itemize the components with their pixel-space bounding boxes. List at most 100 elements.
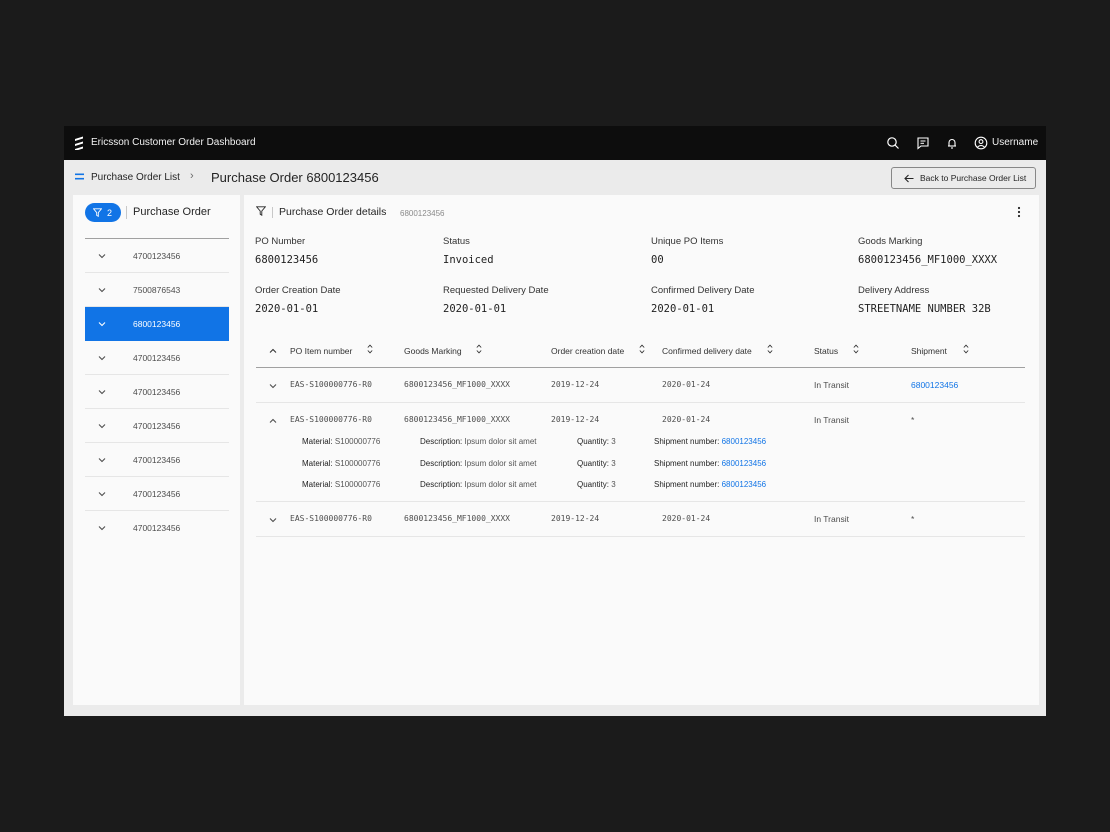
po-number: 4700123456: [133, 421, 181, 431]
chevron-down-icon[interactable]: [269, 517, 277, 523]
sub-material: Material: S100000776: [302, 480, 381, 489]
sort-icon[interactable]: [367, 344, 373, 354]
cell-goods-marking: 6800123456_MF1000_XXXX: [404, 415, 510, 424]
cell-po-item-number: EAS-S100000776-R0: [290, 415, 372, 424]
cell-order-creation-date: 2019-12-24: [551, 380, 600, 389]
po-number: 4700123456: [133, 455, 181, 465]
details-title: Purchase Order details: [279, 206, 387, 218]
list-item[interactable]: 4700123456: [85, 375, 229, 409]
sort-icon[interactable]: [963, 344, 969, 354]
list-item[interactable]: 4700123456: [85, 341, 229, 375]
chevron-down-icon[interactable]: [98, 287, 106, 293]
app-window: Ericsson Customer Order Dashboard Userna…: [64, 126, 1046, 716]
po-list: 4700123456 7500876543 6800123456 4700123…: [85, 239, 229, 545]
shipment-number-link[interactable]: 6800123456: [722, 480, 767, 489]
filter-icon[interactable]: [256, 206, 266, 216]
field-label-confirmed-delivery-date: Confirmed Delivery Date: [651, 285, 755, 296]
breadcrumb-separator: ›: [190, 170, 194, 182]
field-value-confirmed-delivery-date: 2020-01-01: [651, 303, 715, 315]
chat-icon[interactable]: [916, 136, 930, 150]
column-header-order-creation-date[interactable]: Order creation date: [551, 346, 624, 356]
list-item-selected[interactable]: 6800123456: [85, 307, 229, 341]
chevron-down-icon[interactable]: [98, 525, 106, 531]
sort-icon[interactable]: [476, 344, 482, 354]
cell-shipment: *: [911, 514, 915, 524]
sub-shipment-number: Shipment number: 6800123456: [654, 437, 767, 446]
list-item[interactable]: 4700123456: [85, 443, 229, 477]
cell-goods-marking: 6800123456_MF1000_XXXX: [404, 514, 510, 523]
cell-status: In Transit: [814, 514, 849, 524]
bell-icon[interactable]: [945, 136, 959, 150]
filter-icon: [93, 208, 102, 217]
username-label[interactable]: Username: [992, 137, 1038, 148]
sub-quantity: Quantity: 3: [577, 437, 616, 446]
sub-shipment-number: Shipment number: 6800123456: [654, 480, 767, 489]
filter-count: 2: [107, 207, 113, 218]
purchase-order-details-panel: Purchase Order details 6800123456 PO Num…: [244, 195, 1039, 705]
sub-description: Description: Ipsum dolor sit amet: [420, 480, 537, 489]
chevron-down-icon[interactable]: [98, 355, 106, 361]
list-item[interactable]: 4700123456: [85, 239, 229, 273]
column-header-status[interactable]: Status: [814, 346, 838, 356]
field-label-po-number: PO Number: [255, 236, 306, 247]
chevron-up-icon[interactable]: [269, 418, 277, 424]
breadcrumb: Purchase Order List › Purchase Order 680…: [64, 160, 1046, 195]
field-value-status: Invoiced: [443, 254, 494, 266]
list-item[interactable]: 4700123456: [85, 409, 229, 443]
sub-material: Material: S100000776: [302, 437, 381, 446]
page-title: Purchase Order 6800123456: [211, 170, 379, 185]
filter-button[interactable]: 2: [85, 203, 121, 222]
field-value-order-creation-date: 2020-01-01: [255, 303, 319, 315]
chevron-down-icon[interactable]: [98, 423, 106, 429]
arrow-left-icon: [904, 174, 914, 183]
chevron-down-icon[interactable]: [269, 383, 277, 389]
list-item[interactable]: 4700123456: [85, 477, 229, 511]
divider: [126, 206, 127, 219]
sub-description: Description: Ipsum dolor sit amet: [420, 437, 537, 446]
chevron-down-icon[interactable]: [98, 491, 106, 497]
chevron-down-icon[interactable]: [98, 389, 106, 395]
field-label-goods-marking: Goods Marking: [858, 236, 923, 247]
column-header-confirmed-delivery-date[interactable]: Confirmed delivery date: [662, 346, 752, 356]
user-icon[interactable]: [974, 136, 988, 150]
cell-status: In Transit: [814, 415, 849, 425]
po-number: 6800123456: [133, 319, 181, 329]
field-value-po-number: 6800123456: [255, 254, 319, 266]
chevron-down-icon[interactable]: [98, 457, 106, 463]
column-header-goods-marking[interactable]: Goods Marking: [404, 346, 462, 356]
more-options-icon[interactable]: [1016, 206, 1022, 218]
back-to-list-button[interactable]: Back to Purchase Order List: [891, 167, 1036, 189]
chevron-down-icon[interactable]: [98, 253, 106, 259]
cell-confirmed-delivery-date: 2020-01-24: [662, 380, 711, 389]
sort-icon[interactable]: [853, 344, 859, 354]
sort-icon[interactable]: [767, 344, 773, 354]
list-item[interactable]: 7500876543: [85, 273, 229, 307]
menu-icon[interactable]: [75, 173, 84, 180]
field-label-unique-items: Unique PO Items: [651, 236, 724, 247]
field-value-delivery-address: STREETNAME NUMBER 32B: [858, 303, 991, 315]
panel-title: Purchase Order: [133, 206, 211, 218]
cell-shipment: *: [911, 415, 915, 425]
po-number: 7500876543: [133, 285, 181, 295]
shipment-number-link[interactable]: 6800123456: [722, 459, 767, 468]
column-header-po-item-number[interactable]: PO Item number: [290, 346, 352, 356]
list-item[interactable]: 4700123456: [85, 511, 229, 545]
cell-order-creation-date: 2019-12-24: [551, 415, 600, 424]
po-number: 4700123456: [133, 387, 181, 397]
sort-icon[interactable]: [639, 344, 645, 354]
field-value-unique-items: 00: [651, 254, 664, 266]
breadcrumb-purchase-order-list[interactable]: Purchase Order List: [91, 172, 180, 183]
po-number: 4700123456: [133, 251, 181, 261]
field-label-order-creation-date: Order Creation Date: [255, 285, 341, 296]
shipment-number-link[interactable]: 6800123456: [722, 437, 767, 446]
chevron-up-icon[interactable]: [269, 348, 277, 354]
chevron-down-icon[interactable]: [98, 321, 106, 327]
details-subtitle: 6800123456: [400, 209, 445, 218]
column-header-shipment[interactable]: Shipment: [911, 346, 947, 356]
sub-quantity: Quantity: 3: [577, 480, 616, 489]
po-number: 4700123456: [133, 523, 181, 533]
app-title: Ericsson Customer Order Dashboard: [91, 137, 256, 148]
search-icon[interactable]: [886, 136, 900, 150]
cell-shipment-link[interactable]: 6800123456: [911, 380, 958, 390]
purchase-order-list-panel: 2 Purchase Order 4700123456 7500876543 6…: [73, 195, 240, 705]
